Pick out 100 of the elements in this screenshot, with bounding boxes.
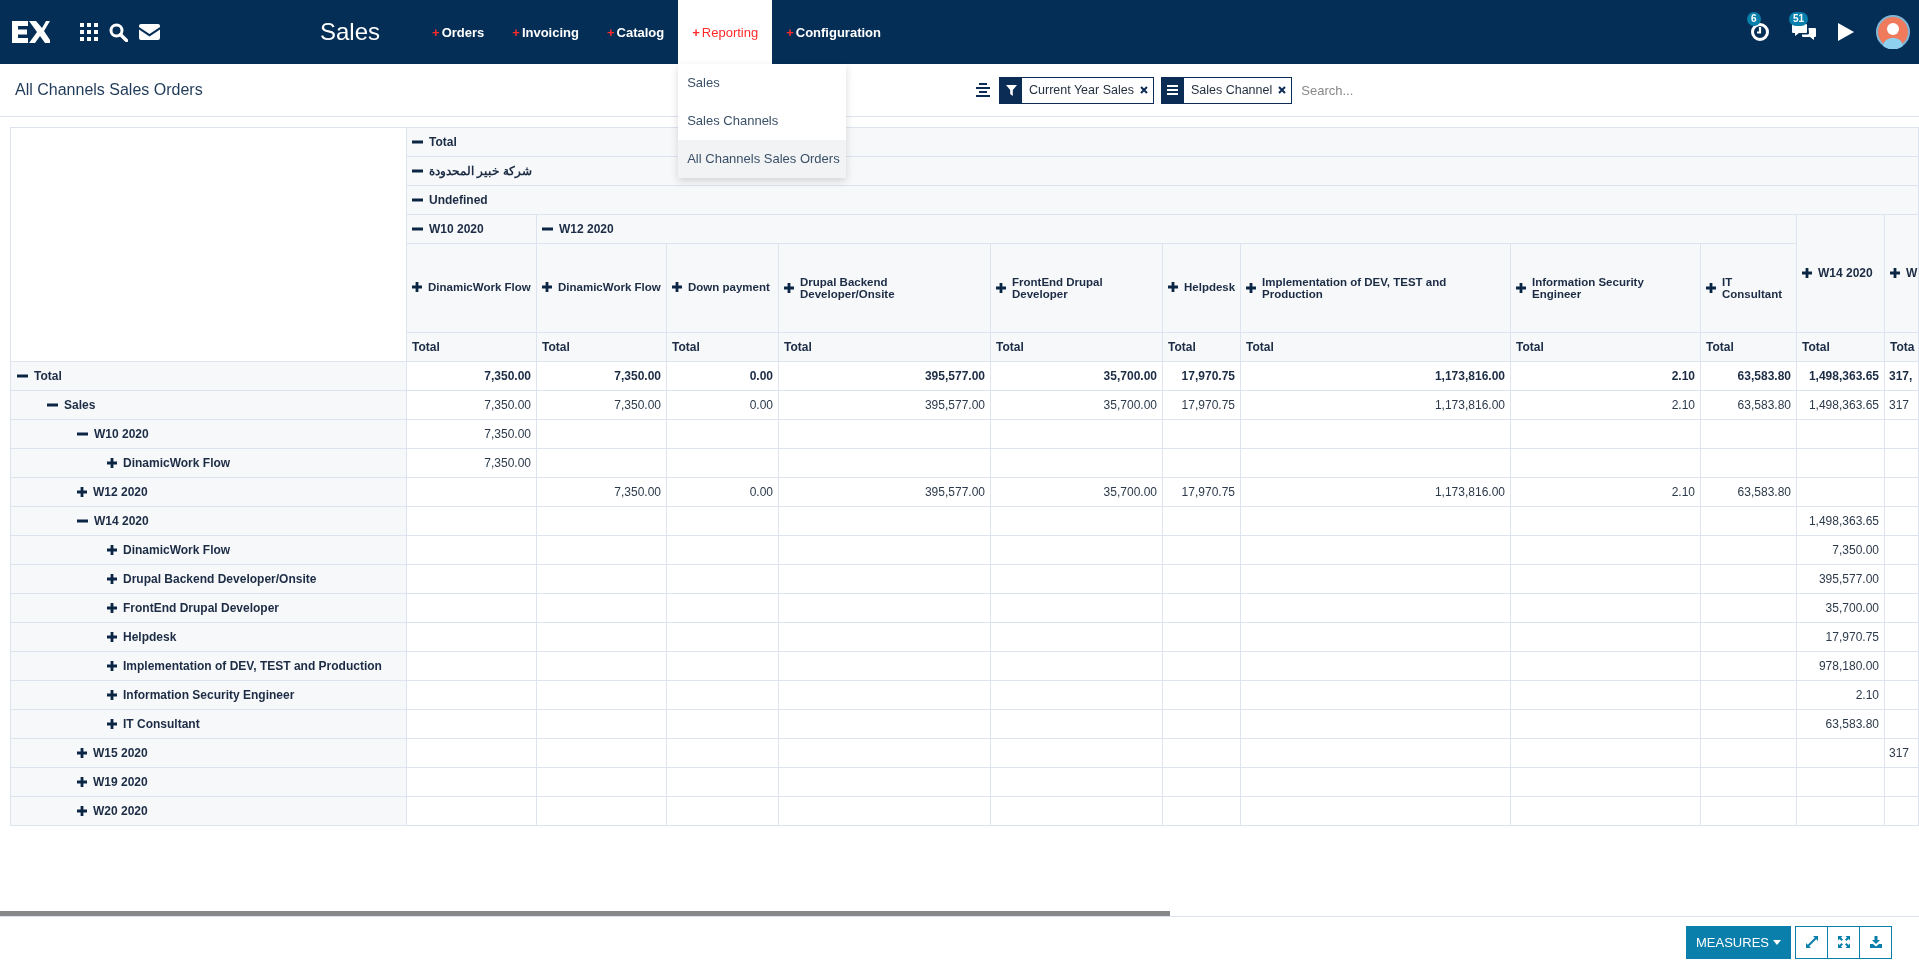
measure-header: Total xyxy=(1796,332,1885,362)
row-header-toggle[interactable]: Implementation of DEV, TEST and Production xyxy=(107,658,382,673)
expand-button[interactable] xyxy=(1795,925,1828,959)
facet-label: Current Year Sales xyxy=(1028,83,1135,97)
apps-grid-icon[interactable] xyxy=(80,23,98,41)
mail-icon[interactable] xyxy=(139,24,160,40)
table-cell: 1,173,816.00 xyxy=(1240,361,1511,391)
close-icon[interactable] xyxy=(1139,86,1148,94)
fullscreen-icon xyxy=(1837,936,1850,948)
row-header-toggle[interactable]: DinamicWork Flow xyxy=(107,455,231,470)
column-header-toggle[interactable]: FrontEnd Drupal Developer xyxy=(996,276,1157,300)
column-header-toggle[interactable]: Information Security Engineer xyxy=(1516,276,1695,300)
table-cell: 0.00 xyxy=(666,477,779,507)
search-icon[interactable] xyxy=(109,22,128,42)
column-header-toggle[interactable]: Implementation of DEV, TEST and Production xyxy=(1246,276,1505,300)
menu-item[interactable]: +Invoicing xyxy=(498,0,593,64)
table-cell: 2.10 xyxy=(1796,680,1885,710)
table-cell: 17,970.75 xyxy=(1162,477,1241,507)
column-header-toggle[interactable]: Undefined xyxy=(412,192,488,207)
play-icon[interactable] xyxy=(1838,23,1854,41)
table-cell: 17,970.75 xyxy=(1796,622,1885,652)
table-cell: 2.10 xyxy=(1510,390,1701,420)
close-icon[interactable] xyxy=(1278,86,1287,94)
measure-header: Total xyxy=(406,332,537,362)
table-cell: 17,970.75 xyxy=(1162,361,1241,391)
table-cell: 0.00 xyxy=(666,390,779,420)
column-header-toggle[interactable]: W10 2020 xyxy=(412,221,484,236)
column-header-toggle[interactable]: DinamicWork Flow xyxy=(542,281,661,293)
table-cell: 63,583.80 xyxy=(1700,361,1797,391)
measure-header: Total xyxy=(1510,332,1701,362)
avatar-icon[interactable] xyxy=(1876,15,1910,49)
measure-header: Total xyxy=(778,332,991,362)
row-header-toggle[interactable]: IT Consultant xyxy=(107,716,200,731)
row-header-toggle[interactable]: W12 2020 xyxy=(77,484,148,499)
table-cell: 7,350.00 xyxy=(536,477,667,507)
menu-item[interactable]: +Reporting xyxy=(678,0,773,64)
column-header-toggle[interactable]: Down payment xyxy=(672,281,770,293)
table-cell: 395,577.00 xyxy=(778,477,991,507)
measures-button[interactable]: MEASURES xyxy=(1686,925,1791,959)
dropdown-item[interactable]: Sales xyxy=(678,64,847,102)
table-cell: 395,577.00 xyxy=(778,390,991,420)
measure-header: Total xyxy=(1240,332,1511,362)
caret-icon xyxy=(1773,939,1781,945)
measure-header: Total xyxy=(666,332,779,362)
horizontal-scrollbar[interactable] xyxy=(0,911,1170,916)
table-cell: 7,350.00 xyxy=(536,390,667,420)
facet-label: Sales Channel xyxy=(1189,83,1274,97)
column-header-toggle[interactable]: شركة خبير المحدودة xyxy=(412,163,532,178)
table-cell: 2.10 xyxy=(1510,477,1701,507)
table-cell: 7,350.00 xyxy=(536,361,667,391)
table-cell: 1,498,363.65 xyxy=(1796,390,1885,420)
column-header-toggle[interactable]: Drupal Backend Developer/Onsite xyxy=(784,276,985,300)
table-cell: 7,350.00 xyxy=(406,419,537,449)
row-header-toggle[interactable]: Total xyxy=(17,368,62,383)
row-header-toggle[interactable]: W20 2020 xyxy=(77,803,148,818)
column-header-toggle[interactable]: W12 2020 xyxy=(542,221,614,236)
table-cell: 0.00 xyxy=(666,361,779,391)
row-header-toggle[interactable]: FrontEnd Drupal Developer xyxy=(107,600,280,615)
table-cell: 7,350.00 xyxy=(406,361,537,391)
row-header-toggle[interactable]: Information Security Engineer xyxy=(107,687,295,702)
dropdown-item[interactable]: Sales Channels xyxy=(678,102,847,140)
table-cell: 317, xyxy=(1884,361,1919,391)
download-button[interactable] xyxy=(1859,925,1892,959)
table-cell: 35,700.00 xyxy=(990,390,1163,420)
row-header-toggle[interactable]: Helpdesk xyxy=(107,629,177,644)
column-header-toggle[interactable]: Helpdesk xyxy=(1168,281,1236,293)
table-cell: 63,583.80 xyxy=(1796,709,1885,739)
table-cell: 35,700.00 xyxy=(990,477,1163,507)
row-header-toggle[interactable]: W10 2020 xyxy=(77,426,149,441)
column-header-toggle[interactable]: W14 2020 xyxy=(1802,266,1873,280)
column-header-toggle[interactable]: IT Consultant xyxy=(1706,276,1791,300)
table-cell: 1,498,363.65 xyxy=(1796,361,1885,391)
row-header-toggle[interactable]: Sales xyxy=(47,397,96,412)
chat-icon[interactable] xyxy=(1792,22,1816,42)
table-cell: 1,173,816.00 xyxy=(1240,477,1511,507)
table-cell: 395,577.00 xyxy=(778,361,991,391)
table-cell: 7,350.00 xyxy=(406,390,537,420)
column-header-toggle[interactable]: DinamicWork Flow xyxy=(412,281,531,293)
column-header-toggle[interactable]: W xyxy=(1890,266,1918,280)
clock-icon[interactable] xyxy=(1750,22,1770,42)
column-header-toggle[interactable]: Total xyxy=(412,134,457,149)
menu-item[interactable]: +Orders xyxy=(418,0,499,64)
table-cell: 1,173,816.00 xyxy=(1240,390,1511,420)
align-center-icon[interactable] xyxy=(976,83,990,97)
table-cell: 978,180.00 xyxy=(1796,651,1885,681)
measure-header: Total xyxy=(1162,332,1241,362)
dropdown-item[interactable]: All Channels Sales Orders xyxy=(678,140,847,178)
row-header-toggle[interactable]: W15 2020 xyxy=(77,745,148,760)
logo-icon[interactable] xyxy=(12,21,50,43)
row-header-toggle[interactable]: W19 2020 xyxy=(77,774,148,789)
menu-item[interactable]: +Catalog xyxy=(592,0,679,64)
measure-header: Total xyxy=(990,332,1163,362)
row-header-toggle[interactable]: Drupal Backend Developer/Onsite xyxy=(107,571,317,586)
message-badge: 51 xyxy=(1789,12,1809,26)
notification-badge: 6 xyxy=(1747,12,1761,26)
fullscreen-button[interactable] xyxy=(1827,925,1860,959)
row-header-toggle[interactable]: DinamicWork Flow xyxy=(107,542,231,557)
row-header-toggle[interactable]: W14 2020 xyxy=(77,513,149,528)
menu-item[interactable]: +Configuration xyxy=(772,0,895,64)
table-cell: 7,350.00 xyxy=(406,448,537,478)
